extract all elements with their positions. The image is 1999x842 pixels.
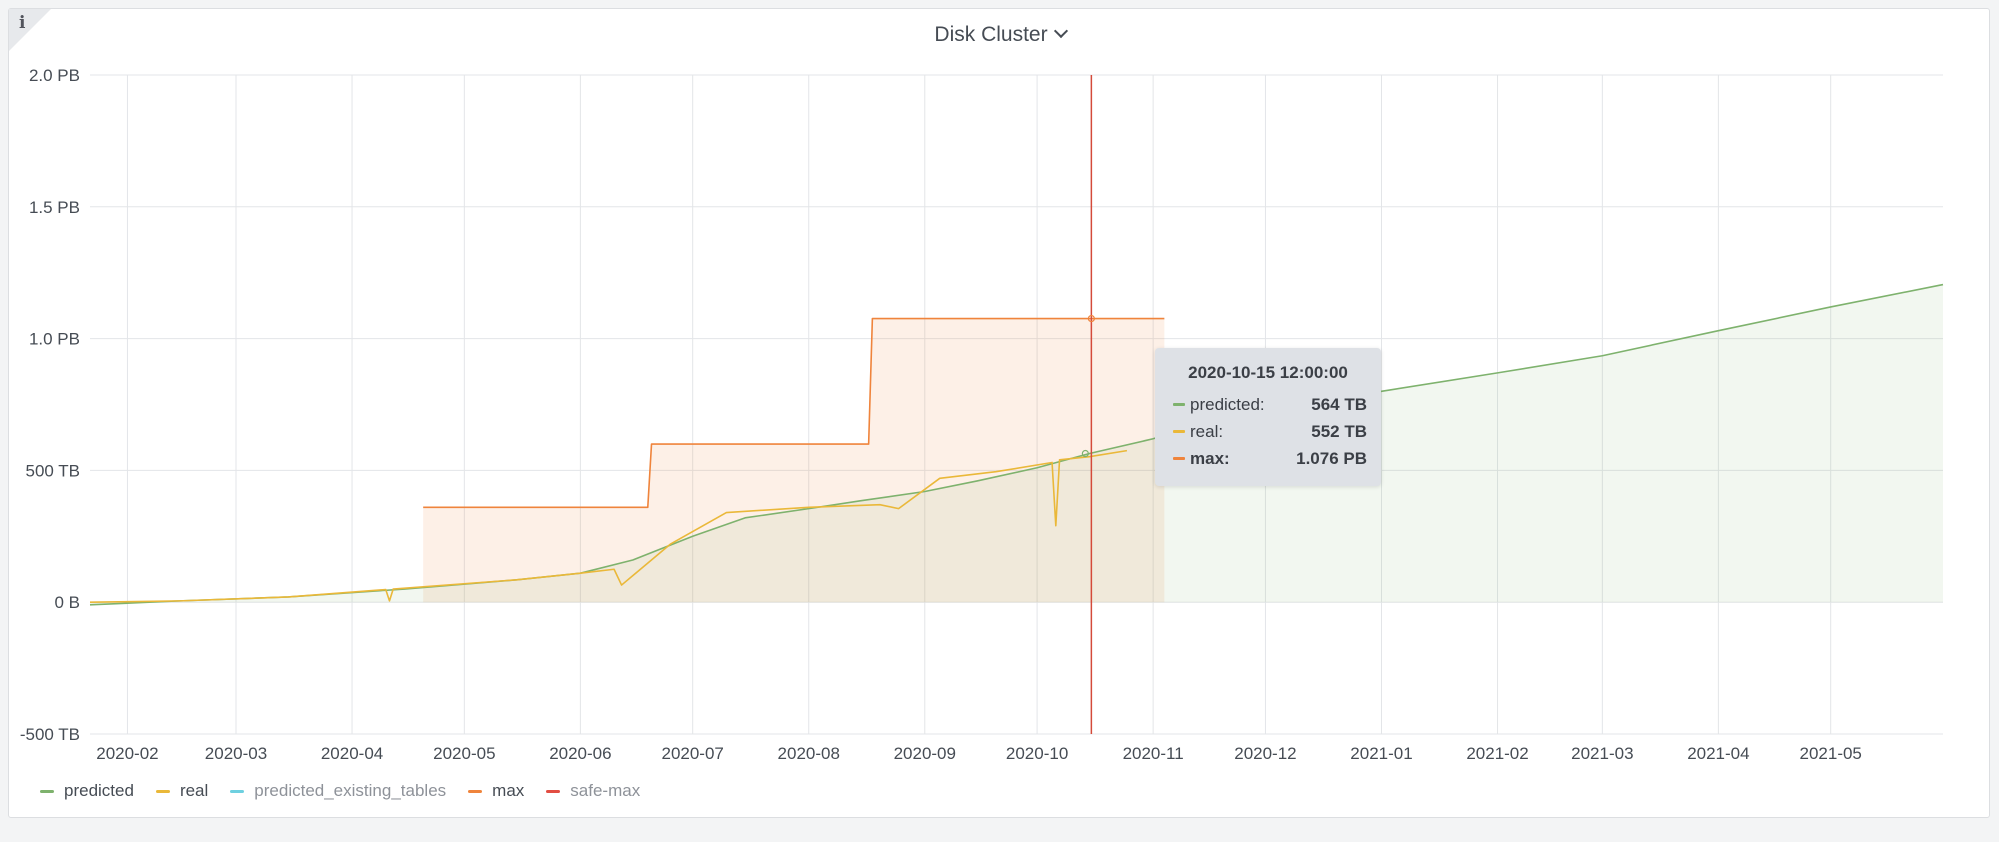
- x-tick-label: 2020-09: [894, 744, 956, 763]
- y-tick-label: 0 B: [54, 593, 80, 612]
- legend-item-safe-max[interactable]: safe-max: [546, 781, 640, 801]
- x-tick-label: 2020-12: [1234, 744, 1296, 763]
- x-tick-label: 2021-03: [1571, 744, 1633, 763]
- y-tick-label: 1.0 PB: [29, 330, 80, 349]
- tooltip-swatch: [1173, 403, 1185, 406]
- x-tick-label: 2021-05: [1800, 744, 1862, 763]
- x-tick-label: 2020-05: [433, 744, 495, 763]
- tooltip-row-max: max: 1.076 PB: [1155, 445, 1381, 472]
- x-tick-label: 2020-03: [205, 744, 267, 763]
- x-tick-label: 2020-04: [321, 744, 383, 763]
- fill-layer: [90, 284, 1943, 605]
- legend-label: predicted_existing_tables: [254, 781, 447, 800]
- y-tick-label: -500 TB: [20, 725, 80, 744]
- legend-swatch: [40, 789, 54, 793]
- legend-label: max: [492, 781, 525, 800]
- tooltip-series-value: 1.076 PB: [1296, 448, 1367, 468]
- x-tick-label: 2021-04: [1687, 744, 1749, 763]
- legend-item-predicted-existing-tables[interactable]: predicted_existing_tables: [230, 781, 446, 801]
- legend-item-max[interactable]: max: [468, 781, 524, 801]
- x-tick-label: 2020-02: [96, 744, 158, 763]
- x-tick-label: 2020-06: [549, 744, 611, 763]
- tooltip-series-value: 552 TB: [1311, 421, 1367, 441]
- disk-cluster-chart[interactable]: -500 TB 0 B 500 TB 1.0 PB 1.5 PB 2.0 PB 2020-0…: [0, 0, 1999, 842]
- x-tick-label: 2020-08: [778, 744, 840, 763]
- legend-swatch: [230, 789, 245, 793]
- tooltip-time: 2020-10-15 12:00:00: [1188, 363, 1348, 382]
- x-tick-label: 2020-10: [1006, 744, 1068, 763]
- tooltip-row-real: real: 552 TB: [1155, 418, 1381, 445]
- hover-tooltip: 2020-10-15 12:00:00 predicted: 564 TB re…: [1155, 348, 1381, 486]
- tooltip-series-name: predicted:: [1190, 394, 1265, 414]
- y-tick-label: 2.0 PB: [29, 66, 80, 85]
- legend-label: predicted: [64, 781, 134, 800]
- legend-label: real: [179, 781, 209, 800]
- y-tick-label: 1.5 PB: [29, 198, 80, 217]
- legend-label: safe-max: [570, 781, 641, 800]
- x-tick-label: 2020-07: [661, 744, 723, 763]
- tooltip-series-name: max:: [1190, 448, 1230, 468]
- tooltip-series-value: 564 TB: [1311, 394, 1367, 414]
- legend-item-real[interactable]: real: [155, 781, 209, 801]
- x-tick-label: 2021-02: [1466, 744, 1528, 763]
- legend-swatch: [155, 789, 170, 793]
- tooltip-row-predicted: predicted: 564 TB: [1155, 391, 1381, 418]
- x-tick-label: 2021-01: [1350, 744, 1412, 763]
- tooltip-swatch: [1173, 457, 1185, 460]
- chart-legend: predicted real predicted_existing_tables…: [40, 781, 640, 801]
- y-tick-label: 500 TB: [25, 461, 80, 480]
- legend-swatch: [546, 789, 561, 793]
- legend-item-predicted[interactable]: predicted: [40, 781, 134, 801]
- legend-swatch: [468, 789, 483, 793]
- tooltip-series-name: real:: [1190, 421, 1224, 441]
- x-tick-label: 2020-11: [1123, 744, 1184, 763]
- tooltip-swatch: [1173, 430, 1185, 433]
